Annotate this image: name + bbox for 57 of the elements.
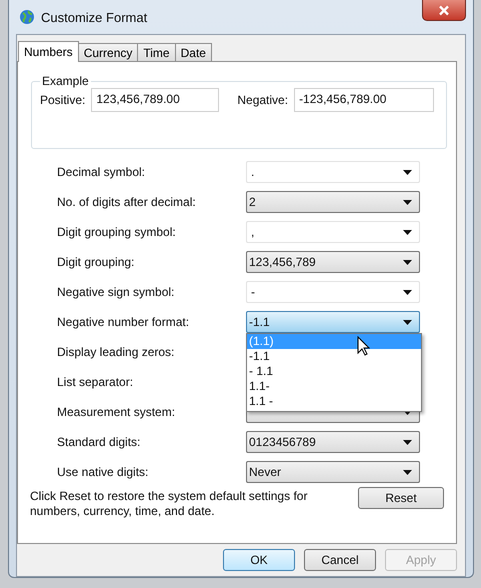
group-title: Example [41, 74, 90, 88]
dropdown-value: 123,456,789 [249, 255, 317, 269]
setting-label: Negative sign symbol: [57, 285, 176, 299]
dropdown-option[interactable]: - 1.1 [247, 364, 421, 379]
dropdown-option[interactable]: 1.1- [247, 379, 421, 394]
dialog-button[interactable]: OK [223, 549, 295, 571]
close-button[interactable] [422, 0, 466, 21]
dropdown-value: . [251, 165, 256, 179]
dropdown-field[interactable]: 0123456789 [246, 431, 420, 453]
tab[interactable]: Currency [78, 43, 138, 61]
tab[interactable]: Date [174, 43, 212, 61]
setting-label: Digit grouping: [57, 255, 136, 269]
caret-icon [403, 260, 412, 264]
setting-label: Measurement system: [57, 405, 176, 419]
dropdown-option[interactable]: 1.1 - [247, 394, 421, 409]
dropdown-field[interactable]: - [246, 281, 420, 303]
mouse-cursor-icon [357, 336, 370, 356]
caret-icon [403, 170, 412, 174]
dropdown-field[interactable]: Never [246, 461, 420, 483]
caret-icon [403, 410, 412, 414]
window-title: Customize Format [41, 10, 148, 24]
positive-example-field: 123,456,789.00 [91, 88, 220, 112]
dropdown-value: , [251, 225, 256, 239]
dropdown-field[interactable]: . [246, 161, 420, 183]
caret-icon [403, 230, 412, 234]
setting-label: Standard digits: [57, 435, 142, 449]
caret-icon [403, 200, 412, 204]
setting-label: No. of digits after decimal: [57, 195, 197, 209]
tab[interactable]: Numbers [18, 41, 79, 62]
dropdown-value: - [251, 285, 256, 299]
setting-label: Use native digits: [57, 465, 150, 479]
dropdown-field[interactable]: 2 [246, 191, 420, 213]
dropdown-field[interactable]: , [246, 221, 420, 243]
dropdown-value: -1.1 [249, 315, 271, 329]
dropdown-field[interactable]: 123,456,789 [246, 251, 420, 273]
caret-icon [403, 470, 412, 474]
reset-button[interactable]: Reset [358, 487, 444, 509]
setting-label: List separator: [57, 375, 134, 389]
field-label: Positive: [40, 93, 86, 107]
negative-example-field: -123,456,789.00 [294, 88, 434, 112]
setting-label: Decimal symbol: [57, 165, 146, 179]
close-icon [438, 4, 450, 16]
setting-label: Display leading zeros: [57, 345, 176, 359]
setting-label: Negative number format: [57, 315, 190, 329]
dropdown-value: 0123456789 [249, 435, 317, 449]
reset-note: Click Reset to restore the system default settings for numbers, currency, time, and date. [30, 489, 308, 519]
tab[interactable]: Time [137, 43, 176, 61]
globe-icon [19, 9, 35, 25]
setting-label: Digit grouping symbol: [57, 225, 177, 239]
dialog-button[interactable]: Cancel [304, 549, 376, 571]
field-label: Negative: [237, 93, 288, 107]
dropdown-value: 2 [249, 195, 257, 209]
caret-icon [403, 320, 412, 324]
dropdown-value: Never [249, 465, 282, 479]
caret-icon [403, 440, 412, 444]
caret-icon [403, 290, 412, 294]
dropdown-option[interactable]: -1.1 [247, 349, 421, 364]
